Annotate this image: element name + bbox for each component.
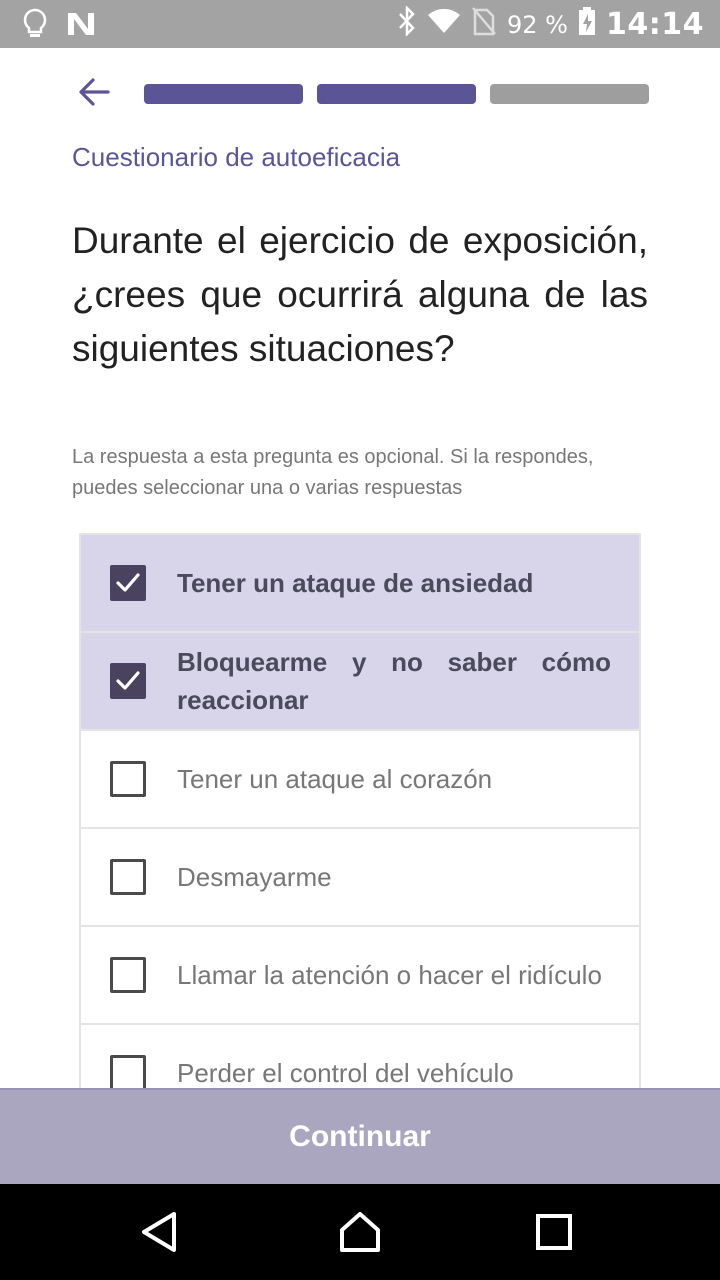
progress-indicator [144, 84, 649, 104]
battery-percent: 92 % [507, 10, 568, 39]
checkbox[interactable] [110, 565, 146, 601]
option-item-5[interactable]: Llamar la atención o hacer el ridículo [81, 927, 639, 1025]
option-label: Perder el control del vehículo [177, 1058, 514, 1088]
clock: 14:14 [606, 7, 704, 42]
options-list: Tener un ataque de ansiedad Bloquearme y… [79, 533, 641, 1123]
continue-label: Continuar [289, 1120, 431, 1153]
back-triangle-icon[interactable] [136, 1208, 184, 1256]
hint-text: La respuesta a esta pregunta es opcional… [72, 446, 594, 499]
checkbox[interactable] [110, 957, 146, 993]
lightbulb-icon [22, 8, 48, 44]
progress-step-2 [317, 84, 476, 104]
navigation-bar [0, 1184, 720, 1280]
option-item-1[interactable]: Tener un ataque de ansiedad [81, 535, 639, 633]
progress-step-3 [490, 84, 649, 104]
bluetooth-icon [397, 4, 417, 43]
option-label: Tener un ataque al corazón [177, 764, 493, 794]
n-icon [66, 11, 96, 41]
back-button[interactable] [72, 74, 116, 114]
checkmark-icon [116, 671, 140, 690]
recents-square-icon[interactable] [530, 1208, 578, 1256]
checkbox[interactable] [110, 663, 146, 699]
checkbox[interactable] [110, 761, 146, 797]
battery-charging-icon [578, 6, 596, 43]
arrow-left-icon [78, 78, 110, 110]
no-sim-icon [471, 6, 497, 43]
option-label: Tener un ataque de ansiedad [177, 568, 534, 598]
wifi-icon [427, 7, 461, 42]
option-item-2[interactable]: Bloquearme y no saber cómo reaccionar [81, 633, 639, 731]
progress-step-1 [144, 84, 303, 104]
question-text: Durante el ejercicio de exposición, ¿cre… [72, 220, 648, 369]
home-icon[interactable] [336, 1208, 384, 1256]
status-bar: 92 % 14:14 [0, 0, 720, 48]
questionnaire-title: Cuestionario de autoeficacia [72, 142, 401, 172]
checkbox[interactable] [110, 859, 146, 895]
checkbox[interactable] [110, 1055, 146, 1091]
option-item-4[interactable]: Desmayarme [81, 829, 639, 927]
option-item-3[interactable]: Tener un ataque al corazón [81, 731, 639, 829]
option-label: Desmayarme [177, 862, 332, 892]
option-label: Llamar la atención o hacer el ridículo [177, 960, 602, 990]
checkmark-icon [116, 573, 140, 592]
option-label: Bloquearme y no saber cómo reaccionar [177, 647, 611, 715]
continue-button[interactable]: Continuar [0, 1088, 720, 1184]
